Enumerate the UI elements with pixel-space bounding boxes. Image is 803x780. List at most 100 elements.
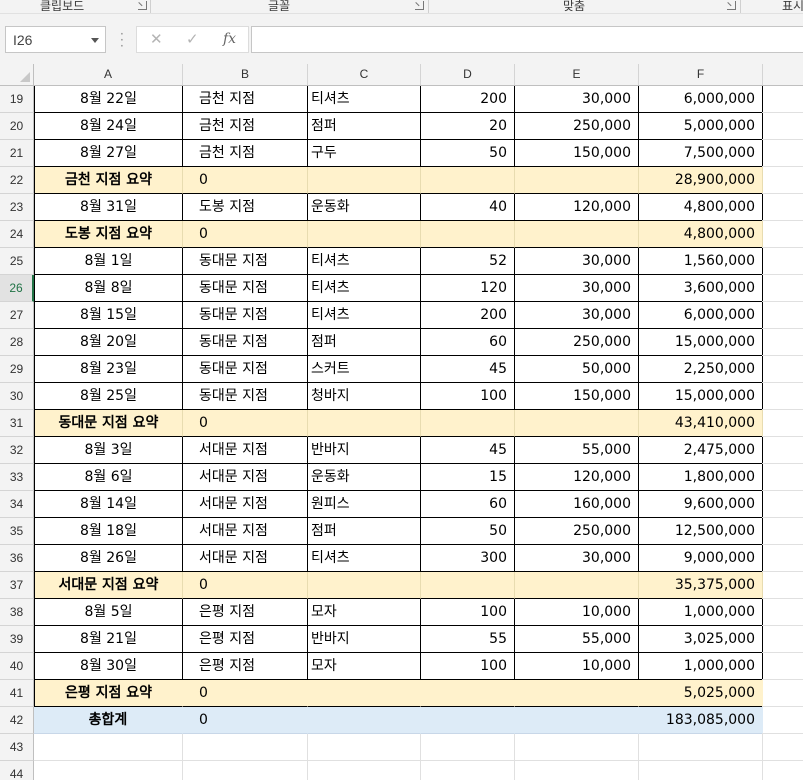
cell-f[interactable]: 43,410,000: [639, 410, 763, 437]
cell-g[interactable]: [762, 464, 803, 491]
cell-b[interactable]: 0: [183, 707, 308, 734]
cell-c[interactable]: [308, 167, 421, 194]
cell-c[interactable]: [308, 410, 421, 437]
cell-g[interactable]: [762, 653, 803, 680]
cell-f[interactable]: 15,000,000: [639, 329, 763, 356]
cell-c[interactable]: 티셔츠: [308, 248, 421, 275]
cell-f[interactable]: 1,800,000: [639, 464, 763, 491]
cell-b[interactable]: 금천 지점: [183, 113, 308, 140]
cell-b[interactable]: 서대문 지점: [183, 464, 308, 491]
row-header[interactable]: 33: [0, 464, 34, 491]
cell-a[interactable]: 8월 23일: [34, 356, 183, 383]
clipboard-launcher-icon[interactable]: [138, 1, 147, 10]
font-launcher-icon[interactable]: [415, 1, 424, 10]
row-header[interactable]: 31: [0, 410, 34, 437]
cell-e[interactable]: 30,000: [515, 248, 639, 275]
cell-f[interactable]: 2,250,000: [639, 356, 763, 383]
cell-a[interactable]: 8월 24일: [34, 113, 183, 140]
cell-a[interactable]: 8월 20일: [34, 329, 183, 356]
cell-c[interactable]: 티셔츠: [308, 86, 421, 113]
cell-f[interactable]: 1,560,000: [639, 248, 763, 275]
cell-d[interactable]: 55: [421, 626, 515, 653]
cell-b[interactable]: 도봉 지점: [183, 194, 308, 221]
cell-d[interactable]: 45: [421, 437, 515, 464]
row-header[interactable]: 22: [0, 167, 34, 194]
cell-c[interactable]: 점퍼: [308, 329, 421, 356]
cell-e[interactable]: 10,000: [515, 599, 639, 626]
worksheet-grid[interactable]: 19 8월 22일 금천 지점 티셔츠 200 30,000 6,000,000 20 8월 2…: [0, 86, 803, 780]
cell-e[interactable]: 120,000: [515, 194, 639, 221]
cell-e[interactable]: 150,000: [515, 140, 639, 167]
cell-g[interactable]: [762, 275, 803, 302]
cell-g[interactable]: [762, 599, 803, 626]
cell-g[interactable]: [762, 248, 803, 275]
formula-input[interactable]: [251, 26, 803, 53]
cell-f[interactable]: 1,000,000: [639, 599, 763, 626]
cell-d[interactable]: [421, 572, 515, 599]
cell-d[interactable]: 100: [421, 653, 515, 680]
cell-c[interactable]: [308, 707, 421, 734]
chevron-down-icon[interactable]: [91, 38, 99, 43]
cell-e[interactable]: 120,000: [515, 464, 639, 491]
cell-f[interactable]: 15,000,000: [639, 383, 763, 410]
cell-f[interactable]: 9,600,000: [639, 491, 763, 518]
column-header-d[interactable]: D: [421, 64, 515, 85]
cell-f[interactable]: 1,000,000: [639, 653, 763, 680]
cell-g[interactable]: [762, 302, 803, 329]
cell-c[interactable]: 반바지: [308, 626, 421, 653]
row-header[interactable]: 27: [0, 302, 34, 329]
cell-g[interactable]: [762, 329, 803, 356]
cell-b[interactable]: 은평 지점: [183, 599, 308, 626]
cell-a[interactable]: 8월 26일: [34, 545, 183, 572]
cell-b[interactable]: 금천 지점: [183, 140, 308, 167]
row-header[interactable]: 19: [0, 86, 34, 113]
cell-a[interactable]: 8월 27일: [34, 140, 183, 167]
row-header[interactable]: 37: [0, 572, 34, 599]
cell-a[interactable]: 8월 5일: [34, 599, 183, 626]
cell-a[interactable]: 총합계: [34, 707, 183, 734]
cell-e[interactable]: [515, 572, 639, 599]
cell-a[interactable]: 8월 15일: [34, 302, 183, 329]
cell-f[interactable]: 7,500,000: [639, 140, 763, 167]
row-header[interactable]: 34: [0, 491, 34, 518]
cell-a[interactable]: 8월 22일: [34, 86, 183, 113]
cell-d[interactable]: 40: [421, 194, 515, 221]
cell-e[interactable]: [515, 761, 639, 780]
cell-g[interactable]: [762, 437, 803, 464]
cell-b[interactable]: 0: [183, 167, 308, 194]
column-header-e[interactable]: E: [515, 64, 639, 85]
cell-f[interactable]: 6,000,000: [639, 302, 763, 329]
cell-g[interactable]: [762, 680, 803, 707]
cell-e[interactable]: 10,000: [515, 653, 639, 680]
cell-e[interactable]: 30,000: [515, 275, 639, 302]
cell-e[interactable]: 250,000: [515, 329, 639, 356]
cell-g[interactable]: [762, 383, 803, 410]
row-header[interactable]: 39: [0, 626, 34, 653]
cell-f[interactable]: 5,000,000: [639, 113, 763, 140]
cell-a[interactable]: 8월 3일: [34, 437, 183, 464]
cell-e[interactable]: 250,000: [515, 518, 639, 545]
cell-b[interactable]: 동대문 지점: [183, 383, 308, 410]
cell-a[interactable]: 금천 지점 요약: [34, 167, 183, 194]
cell-e[interactable]: 30,000: [515, 86, 639, 113]
name-box[interactable]: I26: [5, 26, 106, 53]
cell-g[interactable]: [762, 221, 803, 248]
cell-e[interactable]: 55,000: [515, 626, 639, 653]
cell-g[interactable]: [762, 734, 803, 761]
row-header[interactable]: 30: [0, 383, 34, 410]
cell-f[interactable]: [639, 761, 763, 780]
cell-g[interactable]: [762, 356, 803, 383]
cell-d[interactable]: 60: [421, 329, 515, 356]
cell-g[interactable]: [762, 86, 803, 113]
cell-a[interactable]: 은평 지점 요약: [34, 680, 183, 707]
insert-function-icon[interactable]: fx: [223, 31, 236, 47]
cell-b[interactable]: 서대문 지점: [183, 545, 308, 572]
cell-d[interactable]: 200: [421, 86, 515, 113]
cell-f[interactable]: 183,085,000: [639, 707, 763, 734]
cell-f[interactable]: 4,800,000: [639, 194, 763, 221]
cell-b[interactable]: 동대문 지점: [183, 302, 308, 329]
column-header-c[interactable]: C: [308, 64, 421, 85]
cell-a[interactable]: 8월 31일: [34, 194, 183, 221]
cell-a[interactable]: 8월 30일: [34, 653, 183, 680]
row-header[interactable]: 41: [0, 680, 34, 707]
